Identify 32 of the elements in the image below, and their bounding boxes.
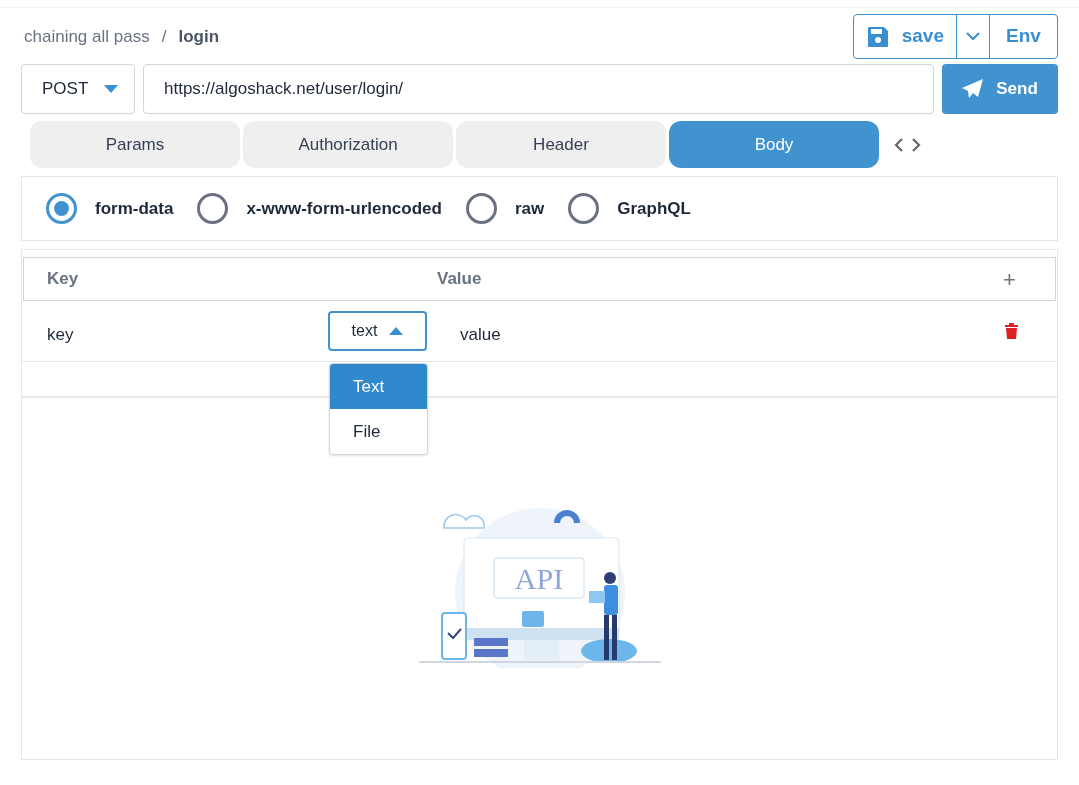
tab[interactable]: Header [456,121,666,168]
chevron-right-icon[interactable] [911,137,921,152]
caret-down-icon [104,85,119,93]
chevron-left-icon[interactable] [894,137,904,152]
key-cell-text: key [46,324,75,347]
trash-icon[interactable] [1005,323,1018,339]
tab[interactable]: Authorization [243,121,453,168]
breadcrumb-current: login [178,25,220,48]
tab[interactable]: Params [30,121,240,168]
breadcrumb-link[interactable]: chaining all pass [24,23,150,50]
radio-label: x-www-form-urlencoded [246,197,442,220]
radio-label: form-data [95,197,174,220]
menu-item[interactable]: File [330,409,427,454]
add-row-button[interactable]: + [1003,262,1055,296]
column-header: Value [437,268,483,291]
value-cell-text: value [459,324,502,347]
radio-button[interactable] [465,193,497,224]
url-field[interactable]: https://algoshack.net/user/login/ [143,64,934,114]
radio-button[interactable] [46,193,77,224]
radio-button[interactable] [568,193,600,224]
caret-up-icon [389,327,404,335]
column-header: Key [46,268,80,291]
menu-item[interactable]: Text [330,364,427,409]
type-select[interactable]: text [328,311,427,351]
radio-button[interactable] [197,193,229,224]
breadcrumb-separator: / [161,25,167,48]
api-label: API [514,562,563,595]
chevron-down-icon [966,32,980,41]
method-select[interactable]: POST [21,64,135,114]
paper-plane-icon [962,79,985,99]
radio-label: GraphQL [617,197,691,220]
radio-label: raw [514,197,545,220]
